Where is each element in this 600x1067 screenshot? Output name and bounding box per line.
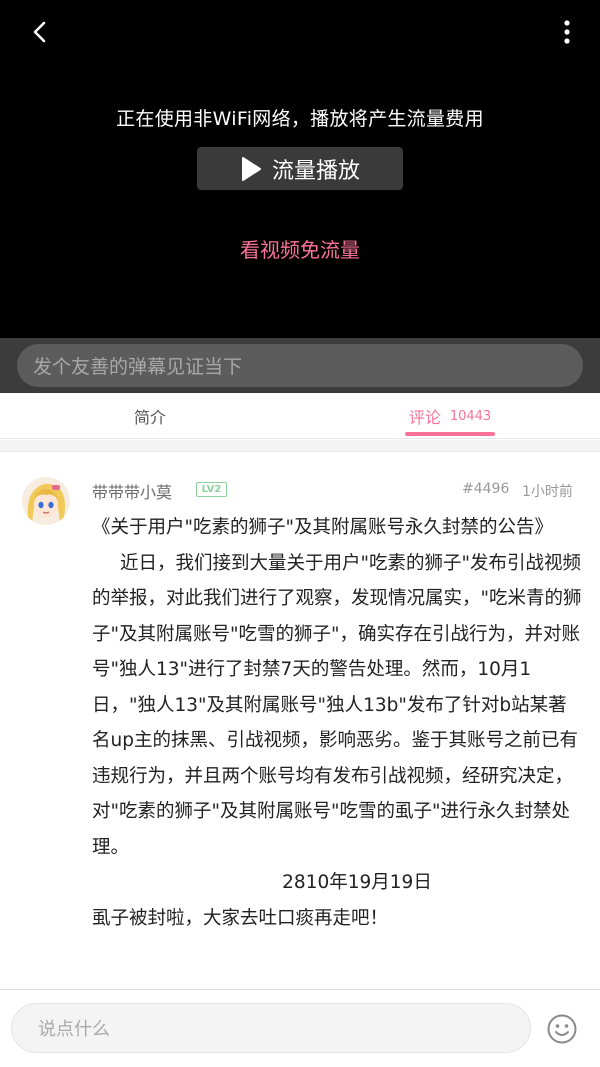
network-warning-text: 正在使用非WiFi网络，播放将产生流量费用 <box>116 108 484 130</box>
danmaku-bar: 发个友善的弹幕见证当下 <box>0 338 600 393</box>
data-play-label: 流量播放 <box>271 158 360 184</box>
comment-username[interactable]: 带带带小莫 <box>92 479 172 503</box>
level-badge: LV2 <box>196 482 227 497</box>
comment-body: 《关于用户"吃素的狮子"及其附属账号永久封禁的公告》 近日，我们接到大量关于用户… <box>92 510 582 936</box>
free-data-link[interactable]: 看视频免流量 <box>0 234 600 263</box>
more-options-button[interactable] <box>552 14 582 50</box>
more-vertical-icon <box>564 20 570 44</box>
anime-girl-avatar-icon <box>22 477 70 525</box>
back-button[interactable] <box>22 14 58 50</box>
tab-comments-label: 评论 <box>408 408 441 427</box>
section-divider <box>0 440 600 452</box>
tab-bar: 简介 评论 10443 <box>0 393 600 439</box>
tab-intro-label: 简介 <box>133 408 166 427</box>
avatar[interactable] <box>22 477 70 525</box>
emoji-button[interactable] <box>546 1013 578 1045</box>
play-icon <box>241 156 261 181</box>
data-play-button[interactable]: 流量播放 <box>197 147 403 190</box>
active-tab-indicator <box>405 432 495 436</box>
video-player[interactable]: 正在使用非WiFi网络，播放将产生流量费用 流量播放 看视频免流量 <box>0 0 600 338</box>
comment-count: 10443 <box>449 408 492 424</box>
danmaku-input[interactable]: 发个友善的弹幕见证当下 <box>17 344 583 387</box>
smiley-icon <box>547 1014 577 1044</box>
comment-time: 1小时前 <box>522 484 573 500</box>
announcement-title: 《关于用户"吃素的狮子"及其附属账号永久封禁的公告》 <box>92 517 554 538</box>
announcement-date: 2810年19月19日 <box>282 872 432 893</box>
reply-bar: 说点什么 <box>0 989 600 1067</box>
announcement-paragraph: 近日，我们接到大量关于用户"吃素的狮子"发布引战视频的举报，对此我们进行了观察，… <box>92 552 582 858</box>
tab-intro[interactable]: 简介 <box>100 393 200 439</box>
reply-input[interactable]: 说点什么 <box>11 1003 531 1053</box>
comment-floor: #4496 <box>462 481 510 497</box>
comment-closing-line: 虱子被封啦，大家去吐口痰再走吧！ <box>92 907 389 929</box>
comment-item: 带带带小莫 LV2 #4496 1小时前 《关于用户"吃素的狮子"及其附属账号永… <box>0 453 600 989</box>
chevron-left-icon <box>33 21 46 43</box>
